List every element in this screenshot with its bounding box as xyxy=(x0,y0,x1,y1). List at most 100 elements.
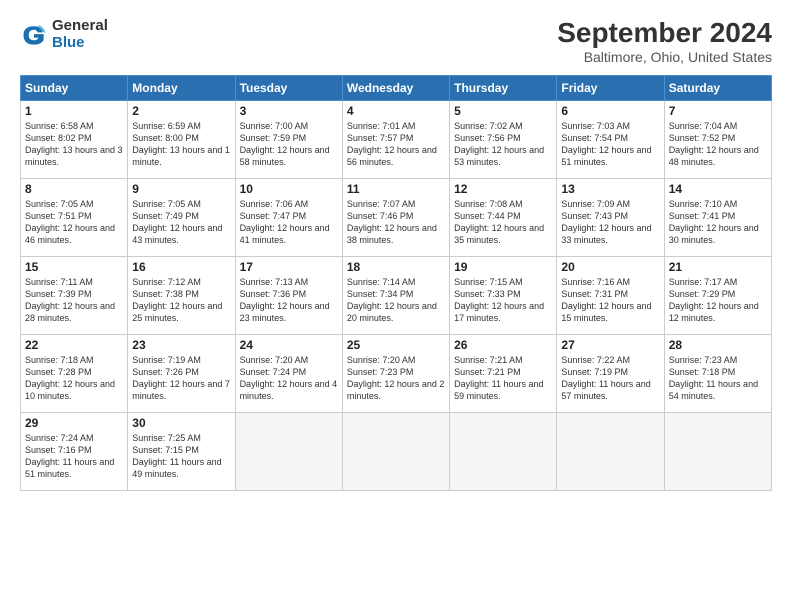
day-number: 23 xyxy=(132,338,230,352)
sunrise: Sunrise: 7:15 AM xyxy=(454,277,523,287)
day-number: 11 xyxy=(347,182,445,196)
day-number: 30 xyxy=(132,416,230,430)
day-number: 14 xyxy=(669,182,767,196)
daylight: Daylight: 12 hours and 7 minutes. xyxy=(132,379,230,401)
day-10: 10 Sunrise: 7:06 AM Sunset: 7:47 PM Dayl… xyxy=(235,178,342,256)
day-number: 5 xyxy=(454,104,552,118)
sunset: Sunset: 7:44 PM xyxy=(454,211,521,221)
header-wednesday: Wednesday xyxy=(342,75,449,100)
daylight: Daylight: 12 hours and 15 minutes. xyxy=(561,301,651,323)
day-info: Sunrise: 7:24 AM Sunset: 7:16 PM Dayligh… xyxy=(25,432,123,481)
daylight: Daylight: 11 hours and 54 minutes. xyxy=(669,379,758,401)
header-sunday: Sunday xyxy=(21,75,128,100)
sunset: Sunset: 7:19 PM xyxy=(561,367,628,377)
logo-blue: Blue xyxy=(52,35,108,52)
day-number: 27 xyxy=(561,338,659,352)
sunset: Sunset: 7:38 PM xyxy=(132,289,199,299)
day-info: Sunrise: 7:09 AM Sunset: 7:43 PM Dayligh… xyxy=(561,198,659,247)
sunset: Sunset: 7:21 PM xyxy=(454,367,521,377)
sunset: Sunset: 8:00 PM xyxy=(132,133,199,143)
day-number: 24 xyxy=(240,338,338,352)
day-info: Sunrise: 7:20 AM Sunset: 7:24 PM Dayligh… xyxy=(240,354,338,403)
week-row-1: 1 Sunrise: 6:58 AM Sunset: 8:02 PM Dayli… xyxy=(21,100,772,178)
day-info: Sunrise: 7:18 AM Sunset: 7:28 PM Dayligh… xyxy=(25,354,123,403)
logo-text: General Blue xyxy=(52,18,108,51)
sunrise: Sunrise: 7:21 AM xyxy=(454,355,523,365)
sunrise: Sunrise: 7:03 AM xyxy=(561,121,630,131)
day-info: Sunrise: 7:16 AM Sunset: 7:31 PM Dayligh… xyxy=(561,276,659,325)
day-number: 2 xyxy=(132,104,230,118)
day-number: 16 xyxy=(132,260,230,274)
day-2: 2 Sunrise: 6:59 AM Sunset: 8:00 PM Dayli… xyxy=(128,100,235,178)
sunset: Sunset: 7:49 PM xyxy=(132,211,199,221)
daylight: Daylight: 12 hours and 12 minutes. xyxy=(669,301,759,323)
sunrise: Sunrise: 7:19 AM xyxy=(132,355,201,365)
daylight: Daylight: 11 hours and 49 minutes. xyxy=(132,457,221,479)
sunset: Sunset: 7:28 PM xyxy=(25,367,92,377)
daylight: Daylight: 12 hours and 30 minutes. xyxy=(669,223,759,245)
header-tuesday: Tuesday xyxy=(235,75,342,100)
empty-cell xyxy=(235,412,342,490)
day-number: 22 xyxy=(25,338,123,352)
day-16: 16 Sunrise: 7:12 AM Sunset: 7:38 PM Dayl… xyxy=(128,256,235,334)
day-info: Sunrise: 7:23 AM Sunset: 7:18 PM Dayligh… xyxy=(669,354,767,403)
day-27: 27 Sunrise: 7:22 AM Sunset: 7:19 PM Dayl… xyxy=(557,334,664,412)
day-info: Sunrise: 7:15 AM Sunset: 7:33 PM Dayligh… xyxy=(454,276,552,325)
sunrise: Sunrise: 7:07 AM xyxy=(347,199,416,209)
day-number: 3 xyxy=(240,104,338,118)
day-15: 15 Sunrise: 7:11 AM Sunset: 7:39 PM Dayl… xyxy=(21,256,128,334)
sunrise: Sunrise: 7:09 AM xyxy=(561,199,630,209)
daylight: Daylight: 12 hours and 58 minutes. xyxy=(240,145,330,167)
logo: General Blue xyxy=(20,18,108,51)
sunset: Sunset: 7:34 PM xyxy=(347,289,414,299)
day-24: 24 Sunrise: 7:20 AM Sunset: 7:24 PM Dayl… xyxy=(235,334,342,412)
daylight: Daylight: 12 hours and 48 minutes. xyxy=(669,145,759,167)
logo-general: General xyxy=(52,18,108,35)
calendar-header-row: Sunday Monday Tuesday Wednesday Thursday… xyxy=(21,75,772,100)
day-number: 20 xyxy=(561,260,659,274)
day-info: Sunrise: 7:14 AM Sunset: 7:34 PM Dayligh… xyxy=(347,276,445,325)
day-number: 9 xyxy=(132,182,230,196)
day-info: Sunrise: 7:25 AM Sunset: 7:15 PM Dayligh… xyxy=(132,432,230,481)
header-monday: Monday xyxy=(128,75,235,100)
week-row-4: 22 Sunrise: 7:18 AM Sunset: 7:28 PM Dayl… xyxy=(21,334,772,412)
sunrise: Sunrise: 7:00 AM xyxy=(240,121,309,131)
daylight: Daylight: 12 hours and 38 minutes. xyxy=(347,223,437,245)
day-info: Sunrise: 7:04 AM Sunset: 7:52 PM Dayligh… xyxy=(669,120,767,169)
daylight: Daylight: 12 hours and 35 minutes. xyxy=(454,223,544,245)
sunrise: Sunrise: 7:24 AM xyxy=(25,433,94,443)
day-info: Sunrise: 7:08 AM Sunset: 7:44 PM Dayligh… xyxy=(454,198,552,247)
day-info: Sunrise: 7:10 AM Sunset: 7:41 PM Dayligh… xyxy=(669,198,767,247)
day-info: Sunrise: 7:12 AM Sunset: 7:38 PM Dayligh… xyxy=(132,276,230,325)
sunrise: Sunrise: 7:02 AM xyxy=(454,121,523,131)
sunset: Sunset: 7:54 PM xyxy=(561,133,628,143)
sunset: Sunset: 7:29 PM xyxy=(669,289,736,299)
title-block: September 2024 Baltimore, Ohio, United S… xyxy=(557,18,772,65)
day-info: Sunrise: 7:03 AM Sunset: 7:54 PM Dayligh… xyxy=(561,120,659,169)
day-info: Sunrise: 7:22 AM Sunset: 7:19 PM Dayligh… xyxy=(561,354,659,403)
daylight: Daylight: 12 hours and 46 minutes. xyxy=(25,223,115,245)
day-23: 23 Sunrise: 7:19 AM Sunset: 7:26 PM Dayl… xyxy=(128,334,235,412)
daylight: Daylight: 12 hours and 23 minutes. xyxy=(240,301,330,323)
day-14: 14 Sunrise: 7:10 AM Sunset: 7:41 PM Dayl… xyxy=(664,178,771,256)
week-row-2: 8 Sunrise: 7:05 AM Sunset: 7:51 PM Dayli… xyxy=(21,178,772,256)
daylight: Daylight: 11 hours and 59 minutes. xyxy=(454,379,543,401)
day-number: 1 xyxy=(25,104,123,118)
daylight: Daylight: 12 hours and 2 minutes. xyxy=(347,379,445,401)
sunrise: Sunrise: 7:08 AM xyxy=(454,199,523,209)
day-number: 25 xyxy=(347,338,445,352)
day-number: 21 xyxy=(669,260,767,274)
day-22: 22 Sunrise: 7:18 AM Sunset: 7:28 PM Dayl… xyxy=(21,334,128,412)
day-info: Sunrise: 6:58 AM Sunset: 8:02 PM Dayligh… xyxy=(25,120,123,169)
empty-cell xyxy=(450,412,557,490)
sunrise: Sunrise: 7:06 AM xyxy=(240,199,309,209)
daylight: Daylight: 11 hours and 57 minutes. xyxy=(561,379,650,401)
daylight: Daylight: 12 hours and 56 minutes. xyxy=(347,145,437,167)
sunrise: Sunrise: 7:13 AM xyxy=(240,277,309,287)
day-info: Sunrise: 7:07 AM Sunset: 7:46 PM Dayligh… xyxy=(347,198,445,247)
daylight: Daylight: 12 hours and 53 minutes. xyxy=(454,145,544,167)
day-26: 26 Sunrise: 7:21 AM Sunset: 7:21 PM Dayl… xyxy=(450,334,557,412)
sunrise: Sunrise: 7:16 AM xyxy=(561,277,630,287)
day-number: 29 xyxy=(25,416,123,430)
day-20: 20 Sunrise: 7:16 AM Sunset: 7:31 PM Dayl… xyxy=(557,256,664,334)
